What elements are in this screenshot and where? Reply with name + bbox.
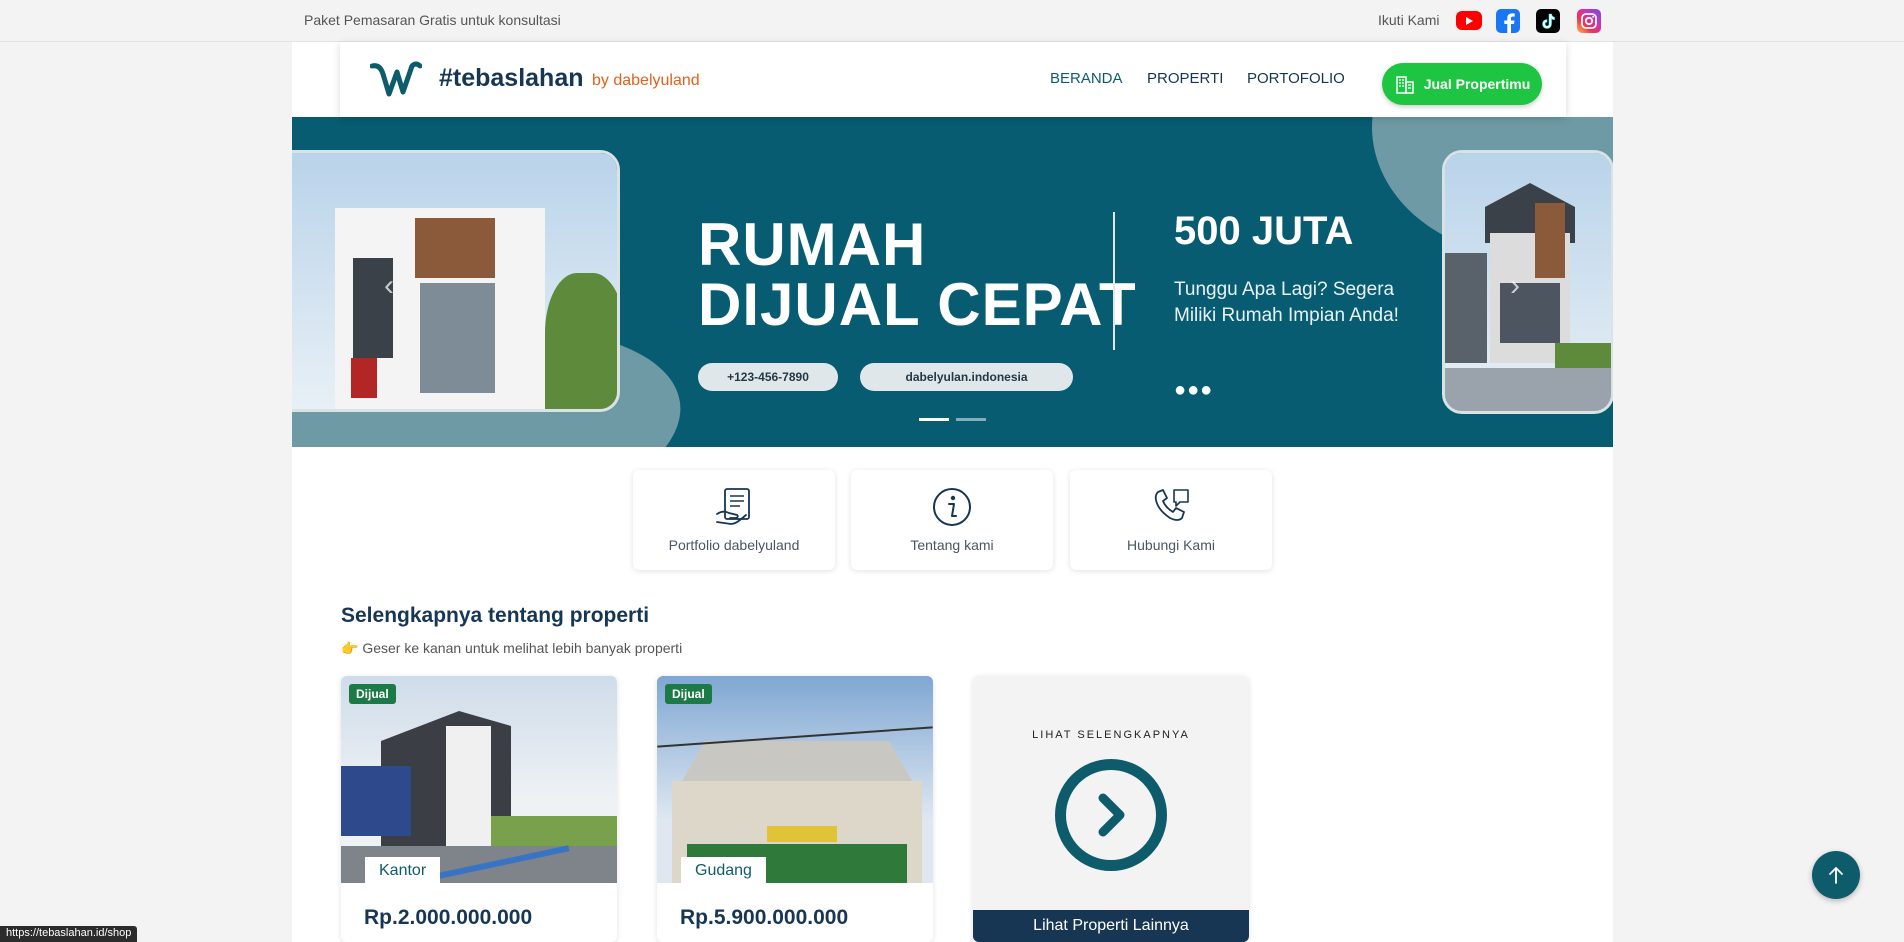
banner-website: dabelyulan.indonesia (860, 363, 1073, 391)
hero-carousel[interactable]: RUMAH DIJUAL CEPAT +123-456-7890 dabelyu… (292, 117, 1613, 447)
carousel-prev-icon[interactable]: ‹ (384, 269, 394, 303)
info-icon (933, 488, 971, 526)
brand-logo-icon[interactable] (370, 60, 422, 100)
see-more-title: LIHAT SELENGKAPNYA (1032, 729, 1190, 741)
see-more-button[interactable]: Lihat Properti Lainnya (973, 910, 1249, 942)
follow-label: Ikuti Kami (1378, 12, 1440, 28)
carousel-indicator-2[interactable] (956, 418, 986, 421)
property-image (657, 676, 933, 883)
quick-link-label: Portfolio dabelyuland (668, 537, 800, 553)
sell-property-button[interactable]: Jual Propertimu (1382, 63, 1542, 105)
brand-name[interactable]: #tebaslahan (439, 64, 584, 93)
phone-chat-icon (1154, 489, 1189, 521)
property-price: Rp.2.000.000.000 (364, 906, 533, 929)
brand-byline: by dabelyuland (592, 72, 700, 89)
banner-price: 500 JUTA (1174, 209, 1354, 253)
quick-link-label: Tentang kami (910, 537, 994, 553)
banner-tagline: Tunggu Apa Lagi? Segera Miliki Rumah Imp… (1174, 279, 1399, 326)
quick-link-about[interactable]: Tentang kami (851, 470, 1053, 570)
banner-dots: ●●● (1174, 379, 1214, 401)
carousel-indicator-1[interactable] (919, 418, 949, 421)
scroll-to-top-button[interactable] (1812, 851, 1860, 899)
property-type: Kantor (365, 857, 441, 885)
youtube-icon[interactable] (1456, 11, 1482, 30)
site-header: #tebaslahan by dabelyuland BERANDA PROPE… (340, 42, 1566, 117)
status-badge: Dijual (665, 684, 712, 704)
arrow-up-icon (1829, 867, 1843, 884)
nav-beranda[interactable]: BERANDA (1050, 70, 1123, 87)
banner-headline-line1: RUMAH (698, 211, 927, 278)
promo-text: Paket Pemasaran Gratis untuk konsultasi (304, 12, 561, 28)
section-title: Selengkapnya tentang properti (341, 604, 650, 627)
facebook-icon[interactable] (1496, 9, 1520, 33)
property-card[interactable]: Dijual Gudang Rp.5.900.000.000 (657, 676, 933, 942)
chevron-right-circle-icon[interactable] (1055, 759, 1167, 871)
property-price: Rp.5.900.000.000 (680, 906, 849, 929)
quick-link-label: Hubungi Kami (1127, 537, 1215, 553)
see-more-card[interactable]: LIHAT SELENGKAPNYA Lihat Properti Lainny… (973, 676, 1249, 942)
property-image (341, 676, 617, 883)
banner-divider (1113, 212, 1115, 350)
carousel-next-icon[interactable]: › (1510, 269, 1520, 303)
quick-link-contact[interactable]: Hubungi Kami (1070, 470, 1272, 570)
property-card[interactable]: Dijual Kantor Rp.2.000.000.000 (341, 676, 617, 942)
instagram-icon[interactable] (1577, 9, 1601, 33)
building-icon (1395, 76, 1414, 94)
banner-headline: RUMAH DIJUAL CEPAT (698, 215, 1137, 335)
nav-portfolio[interactable]: PORTOFOLIO (1247, 70, 1345, 87)
section-subtitle: 👉 Geser ke kanan untuk melihat lebih ban… (341, 640, 683, 656)
nav-properti[interactable]: PROPERTI (1147, 70, 1223, 87)
status-badge: Dijual (349, 684, 396, 704)
portfolio-doc-icon (716, 488, 750, 525)
banner-headline-line2: DIJUAL CEPAT (698, 271, 1137, 338)
sell-property-label: Jual Propertimu (1423, 76, 1531, 92)
quick-link-portfolio[interactable]: Portfolio dabelyuland (633, 470, 835, 570)
house-photo-right (1442, 150, 1613, 414)
banner-phone: +123-456-7890 (698, 363, 838, 391)
house-photo-left (292, 150, 620, 412)
browser-status-url: https://tebaslahan.id/shop (0, 926, 138, 942)
tiktok-icon[interactable] (1536, 9, 1560, 33)
top-bar: Paket Pemasaran Gratis untuk konsultasi … (0, 0, 1904, 42)
property-type: Gudang (681, 857, 766, 885)
